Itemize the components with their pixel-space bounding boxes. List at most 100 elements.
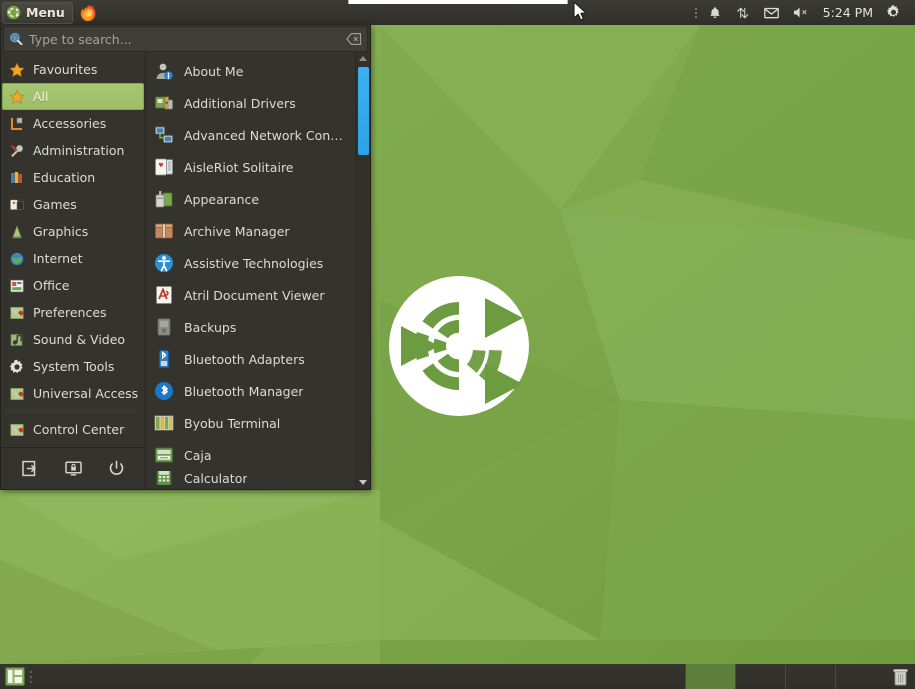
list-item[interactable]: Appearance: [146, 183, 355, 215]
network-indicator[interactable]: [729, 0, 757, 25]
sidebar-item-favourites[interactable]: Favourites: [2, 56, 144, 83]
scrollbar-thumb[interactable]: [358, 67, 369, 155]
sidebar-item-label: Graphics: [33, 224, 88, 239]
list-item[interactable]: Additional Drivers: [146, 87, 355, 119]
background-window-sliver[interactable]: [348, 0, 568, 4]
list-item[interactable]: Backups: [146, 311, 355, 343]
sidebar-item-office[interactable]: Office: [2, 272, 144, 299]
clock[interactable]: 5:24 PM: [817, 5, 879, 20]
system-tray: 5:24 PM: [691, 0, 915, 25]
category-list: Favourites All Accessories: [1, 52, 146, 489]
trash-applet[interactable]: [885, 664, 915, 689]
volume-indicator[interactable]: [786, 0, 817, 25]
solitaire-cards-icon: [154, 157, 174, 177]
bluetooth-adapter-icon: [154, 349, 174, 369]
sidebar-item-internet[interactable]: Internet: [2, 245, 144, 272]
workspace-3[interactable]: [785, 664, 835, 689]
logout-icon[interactable]: [22, 460, 39, 477]
app-label: Bluetooth Adapters: [184, 352, 305, 367]
sound-video-icon: [9, 332, 25, 348]
lock-screen-icon[interactable]: [65, 460, 82, 477]
ubuntu-mate-logo: [385, 272, 533, 420]
workspace-4[interactable]: [835, 664, 885, 689]
list-item[interactable]: Atril Document Viewer: [146, 279, 355, 311]
scrollbar-track[interactable]: [356, 65, 371, 476]
backups-icon: [154, 317, 174, 337]
app-label: Appearance: [184, 192, 259, 207]
application-list: About Me Additional Drivers: [146, 52, 355, 489]
mouse-cursor: [572, 1, 588, 23]
trash-can-icon: [892, 667, 909, 686]
app-label: Archive Manager: [184, 224, 290, 239]
power-icon[interactable]: [108, 460, 125, 477]
administration-icon: [9, 143, 25, 159]
list-item[interactable]: Bluetooth Adapters: [146, 343, 355, 375]
firefox-icon[interactable]: [80, 4, 98, 22]
window-task-list[interactable]: [34, 664, 685, 689]
mail-indicator[interactable]: [757, 0, 786, 25]
backspace-clear-icon[interactable]: [346, 32, 362, 46]
list-item[interactable]: Archive Manager: [146, 215, 355, 247]
search-box[interactable]: [3, 26, 368, 52]
sidebar-item-label: Control Center: [33, 422, 124, 437]
sidebar-item-label: All: [33, 89, 49, 104]
list-item[interactable]: Assistive Technologies: [146, 247, 355, 279]
internet-globe-icon: [9, 251, 25, 267]
accessibility-icon: [154, 253, 174, 273]
sidebar-item-label: Internet: [33, 251, 83, 266]
notification-bell[interactable]: [701, 0, 729, 25]
sidebar-item-system-tools[interactable]: System Tools: [2, 353, 144, 380]
list-item[interactable]: Advanced Network Configu...: [146, 119, 355, 151]
app-label: Additional Drivers: [184, 96, 296, 111]
education-icon: [9, 170, 25, 186]
sidebar-item-label: Universal Access: [33, 386, 138, 401]
workspace-1[interactable]: [685, 664, 735, 689]
sidebar-item-education[interactable]: Education: [2, 164, 144, 191]
sidebar-item-preferences[interactable]: Preferences: [2, 299, 144, 326]
sidebar-item-all[interactable]: All: [2, 83, 144, 110]
list-item[interactable]: Bluetooth Manager: [146, 375, 355, 407]
sidebar-item-label: Favourites: [33, 62, 97, 77]
list-item[interactable]: About Me: [146, 55, 355, 87]
workspace-2[interactable]: [735, 664, 785, 689]
universal-access-icon: [9, 386, 25, 402]
sidebar-item-label: Office: [33, 278, 70, 293]
caja-file-manager-icon: [154, 445, 174, 465]
panel-handle-dots[interactable]: [691, 8, 701, 18]
app-label: Caja: [184, 448, 212, 463]
list-item[interactable]: AisleRiot Solitaire: [146, 151, 355, 183]
applist-scrollbar[interactable]: [355, 52, 370, 489]
bell-icon: [708, 6, 722, 20]
menu-button[interactable]: Menu: [2, 2, 73, 24]
session-indicator[interactable]: [879, 0, 908, 25]
app-label: AisleRiot Solitaire: [184, 160, 294, 175]
sidebar-item-sound-video[interactable]: Sound & Video: [2, 326, 144, 353]
list-item[interactable]: Caja: [146, 439, 355, 471]
app-label: Calculator: [184, 471, 247, 485]
graphics-icon: [9, 224, 25, 240]
speaker-muted-icon: [793, 6, 810, 19]
about-me-icon: [154, 61, 174, 81]
search-input[interactable]: [23, 32, 346, 47]
sidebar-item-games[interactable]: Games: [2, 191, 144, 218]
sidebar-item-accessories[interactable]: Accessories: [2, 110, 144, 137]
sidebar-item-control-center[interactable]: Control Center: [2, 416, 144, 443]
sidebar-item-label: System Tools: [33, 359, 114, 374]
sidebar-item-universal-access[interactable]: Universal Access: [2, 380, 144, 407]
list-item[interactable]: Byobu Terminal: [146, 407, 355, 439]
bottom-panel: [0, 664, 915, 689]
scroll-down-arrow[interactable]: [356, 476, 371, 489]
list-item[interactable]: Calculator: [146, 471, 355, 485]
show-desktop-button[interactable]: [2, 666, 28, 688]
menu-button-label: Menu: [26, 5, 65, 20]
accessories-icon: [9, 116, 25, 132]
scroll-up-arrow[interactable]: [356, 52, 371, 65]
sidebar-item-administration[interactable]: Administration: [2, 137, 144, 164]
star-icon: [9, 62, 25, 78]
menu-body: Favourites All Accessories: [1, 52, 370, 489]
sidebar-item-label: Education: [33, 170, 95, 185]
workspace-switcher[interactable]: [685, 664, 885, 689]
sidebar-item-graphics[interactable]: Graphics: [2, 218, 144, 245]
app-label: Backups: [184, 320, 236, 335]
envelope-icon: [764, 7, 779, 19]
